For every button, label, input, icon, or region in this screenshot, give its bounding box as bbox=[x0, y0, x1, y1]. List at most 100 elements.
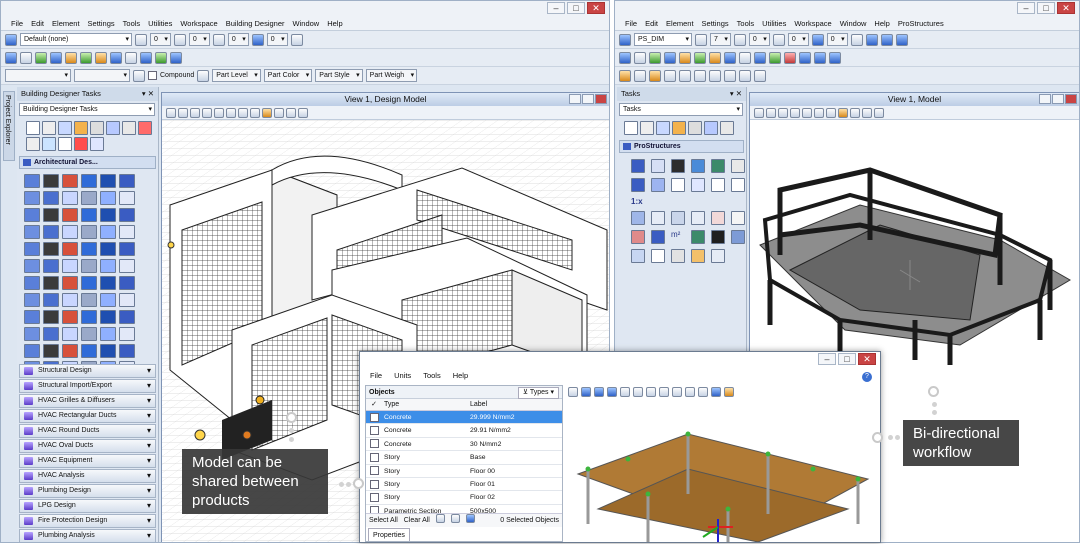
transparency-icon[interactable] bbox=[251, 33, 264, 46]
arch-space-icon[interactable] bbox=[119, 225, 135, 239]
r-menu-tools[interactable]: Tools bbox=[737, 19, 755, 28]
r-style-icon[interactable] bbox=[733, 33, 746, 46]
r-level-combo[interactable]: PS_DIM bbox=[634, 33, 692, 46]
place-block-icon[interactable] bbox=[58, 121, 72, 135]
arch-window-icon[interactable] bbox=[62, 310, 78, 324]
arch-stair-icon[interactable] bbox=[81, 344, 97, 358]
r-update-view-icon[interactable] bbox=[778, 107, 788, 118]
r-menu-workspace[interactable]: Workspace bbox=[794, 19, 831, 28]
ps-rebar-icon[interactable] bbox=[631, 178, 645, 192]
arch-slab-icon[interactable] bbox=[100, 344, 116, 358]
architectural-section-header[interactable]: Architectural Des... bbox=[19, 156, 156, 169]
info-icon[interactable] bbox=[140, 51, 152, 64]
ps-shape-icon[interactable] bbox=[651, 178, 665, 192]
place-line-icon[interactable] bbox=[42, 121, 56, 135]
arch-space-icon[interactable] bbox=[119, 259, 135, 273]
arch-curtain-wall-icon[interactable] bbox=[62, 259, 78, 273]
menu-window[interactable]: Window bbox=[293, 19, 320, 28]
arch-beam-icon[interactable] bbox=[43, 259, 59, 273]
level-icon[interactable] bbox=[5, 33, 17, 46]
arch-window-icon[interactable] bbox=[62, 174, 78, 188]
view-attributes-icon[interactable] bbox=[166, 107, 176, 118]
ps-view-icon[interactable] bbox=[651, 211, 665, 225]
select-tool-icon[interactable] bbox=[26, 121, 40, 135]
r-frame-icon[interactable] bbox=[754, 69, 766, 82]
r-move-icon[interactable] bbox=[704, 121, 718, 135]
table-row[interactable]: Story Floor 01 bbox=[366, 478, 562, 492]
new-file-icon[interactable] bbox=[5, 51, 17, 64]
rotate-icon[interactable] bbox=[90, 137, 104, 151]
r-view-attributes-icon[interactable] bbox=[754, 107, 764, 118]
r-raster-icon[interactable] bbox=[679, 51, 691, 64]
arch-door-icon[interactable] bbox=[43, 344, 59, 358]
arch-beam-icon[interactable] bbox=[43, 191, 59, 205]
pv-side-icon[interactable] bbox=[685, 387, 695, 397]
menu-tools[interactable]: Tools bbox=[123, 19, 141, 28]
category-structural-import-export[interactable]: Structural Import/Export bbox=[19, 379, 156, 393]
task-combo[interactable]: Building Designer Tasks bbox=[19, 103, 155, 116]
category-plumbing-analysis[interactable]: Plumbing Analysis bbox=[19, 529, 156, 542]
weight-value[interactable]: 0 bbox=[227, 33, 249, 46]
arch-railing-icon[interactable] bbox=[81, 293, 97, 307]
measure-icon[interactable] bbox=[26, 137, 40, 151]
arch-roof-icon[interactable] bbox=[119, 208, 135, 222]
arch-column-icon[interactable] bbox=[24, 259, 40, 273]
close-button[interactable]: ✕ bbox=[587, 2, 605, 14]
r-zoom-out-icon[interactable] bbox=[802, 107, 812, 118]
row-checkbox[interactable] bbox=[366, 478, 382, 490]
category-hvac-oval-ducts[interactable]: HVAC Oval Ducts bbox=[19, 439, 156, 453]
arch-beam-icon[interactable] bbox=[43, 327, 59, 341]
r-stop-icon[interactable] bbox=[784, 51, 796, 64]
r-priority-icon[interactable] bbox=[850, 33, 863, 46]
arch-slab-icon[interactable] bbox=[100, 276, 116, 290]
r-view-restore-button[interactable] bbox=[1039, 94, 1051, 104]
right-close-button[interactable]: ✕ bbox=[1057, 2, 1075, 14]
ps-link-icon[interactable] bbox=[651, 249, 665, 263]
r-point-icon[interactable] bbox=[694, 69, 706, 82]
arch-window-icon[interactable] bbox=[62, 276, 78, 290]
compound-checkbox[interactable] bbox=[148, 71, 157, 80]
r-tool-e-icon[interactable] bbox=[814, 51, 826, 64]
view-restore-button[interactable] bbox=[569, 94, 581, 104]
arch-wall-icon[interactable] bbox=[24, 276, 40, 290]
zoom-in-icon[interactable] bbox=[202, 107, 212, 118]
color-icon[interactable] bbox=[135, 33, 147, 46]
maximize-button[interactable]: □ bbox=[567, 2, 585, 14]
pv-select-icon[interactable] bbox=[568, 387, 578, 397]
properties-tab[interactable]: Properties bbox=[368, 528, 410, 541]
arch-roof-icon[interactable] bbox=[119, 310, 135, 324]
line-style-icon[interactable] bbox=[173, 33, 186, 46]
references-icon[interactable] bbox=[50, 51, 62, 64]
pv-render-icon[interactable] bbox=[724, 387, 734, 397]
arch-curtain-wall-icon[interactable] bbox=[62, 327, 78, 341]
right-maximize-button[interactable]: □ bbox=[1037, 2, 1055, 14]
clear-all-button[interactable]: Clear All bbox=[404, 514, 430, 527]
view-next-icon[interactable] bbox=[286, 107, 296, 118]
ps-beam-icon[interactable] bbox=[651, 159, 665, 173]
display-style-icon[interactable] bbox=[178, 107, 188, 118]
r-line-icon[interactable] bbox=[634, 69, 646, 82]
category-hvac-rectangular-ducts[interactable]: HVAC Rectangular Ducts bbox=[19, 409, 156, 423]
r-tool-a-icon[interactable] bbox=[865, 33, 878, 46]
pv-fit-icon[interactable] bbox=[620, 387, 630, 397]
pv-pan-icon[interactable] bbox=[581, 387, 591, 397]
r-menu-file[interactable]: File bbox=[625, 19, 637, 28]
r-level-display-icon[interactable] bbox=[709, 51, 721, 64]
ps-list-icon[interactable] bbox=[691, 211, 705, 225]
r-transparency-value[interactable]: 0 bbox=[826, 33, 848, 46]
arch-window-icon[interactable] bbox=[62, 344, 78, 358]
levels-icon[interactable] bbox=[80, 51, 92, 64]
r-level-icon[interactable] bbox=[619, 33, 631, 46]
r-pan-icon[interactable] bbox=[850, 107, 860, 118]
r-element-info-icon[interactable] bbox=[688, 121, 702, 135]
r-xline-icon[interactable] bbox=[709, 69, 721, 82]
arch-stair-icon[interactable] bbox=[81, 276, 97, 290]
style-value[interactable]: 0 bbox=[188, 33, 210, 46]
project-explorer-tab[interactable]: Project Explorer bbox=[3, 91, 15, 161]
r-zoom-in-icon[interactable] bbox=[790, 107, 800, 118]
menu-edit[interactable]: Edit bbox=[31, 19, 44, 28]
open-icon[interactable] bbox=[20, 51, 32, 64]
ps-mark-icon[interactable] bbox=[731, 211, 745, 225]
template-combo[interactable] bbox=[5, 69, 71, 82]
pick-icon[interactable] bbox=[465, 514, 475, 523]
